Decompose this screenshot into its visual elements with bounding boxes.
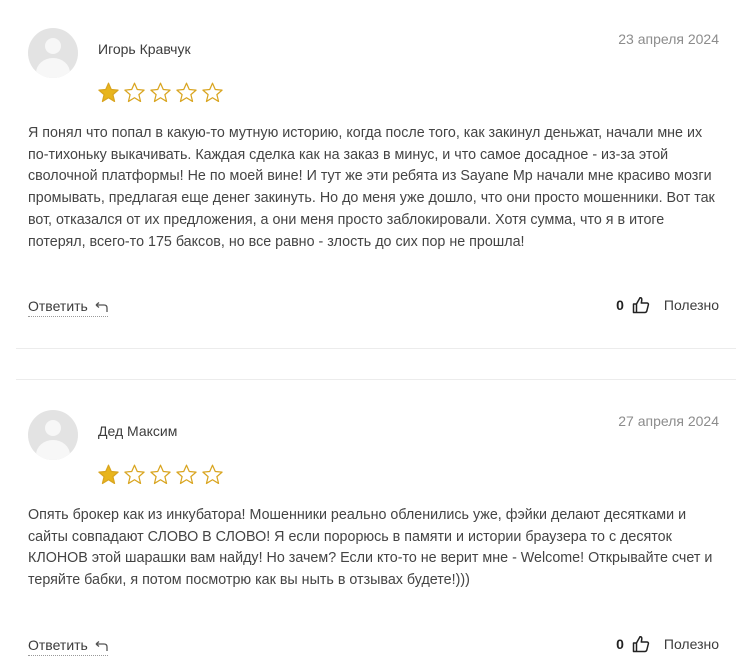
star-rating — [97, 81, 224, 104]
useful-count: 0 — [616, 636, 624, 652]
reply-label: Ответить — [28, 298, 88, 314]
review-date: 23 апреля 2024 — [618, 31, 719, 47]
avatar — [28, 410, 78, 460]
star-filled-icon — [98, 82, 119, 103]
thumbs-up-icon[interactable] — [632, 296, 650, 314]
useful-label: Полезно — [663, 636, 719, 652]
useful-block: 0 Полезно — [616, 296, 719, 314]
star-empty-icon — [176, 464, 197, 485]
review-author: Дед Максим — [98, 423, 178, 439]
star-rating — [97, 463, 224, 486]
avatar — [28, 28, 78, 78]
user-placeholder-icon — [45, 38, 61, 54]
useful-block: 0 Полезно — [616, 635, 719, 653]
star-filled-icon — [98, 464, 119, 485]
review-author: Игорь Кравчук — [98, 41, 191, 57]
useful-label: Полезно — [663, 297, 719, 313]
thumbs-up-icon[interactable] — [632, 635, 650, 653]
star-empty-icon — [202, 82, 223, 103]
star-empty-icon — [124, 82, 145, 103]
reply-label: Ответить — [28, 637, 88, 653]
divider — [16, 348, 736, 349]
reply-arrow-icon — [95, 641, 108, 651]
star-empty-icon — [150, 82, 171, 103]
review-text: Опять брокер как из инкубатора! Мошенник… — [28, 507, 713, 589]
star-empty-icon — [124, 464, 145, 485]
reply-link[interactable]: Ответить — [28, 637, 108, 656]
reply-link[interactable]: Ответить — [28, 298, 108, 317]
star-empty-icon — [176, 82, 197, 103]
star-empty-icon — [202, 464, 223, 485]
divider — [16, 379, 736, 380]
review-date: 27 апреля 2024 — [618, 413, 719, 429]
star-empty-icon — [150, 464, 171, 485]
reply-arrow-icon — [95, 302, 108, 312]
review-text: Я понял что попал в какую-то мутную исто… — [28, 125, 715, 250]
user-placeholder-icon — [45, 420, 61, 436]
useful-count: 0 — [616, 297, 624, 313]
